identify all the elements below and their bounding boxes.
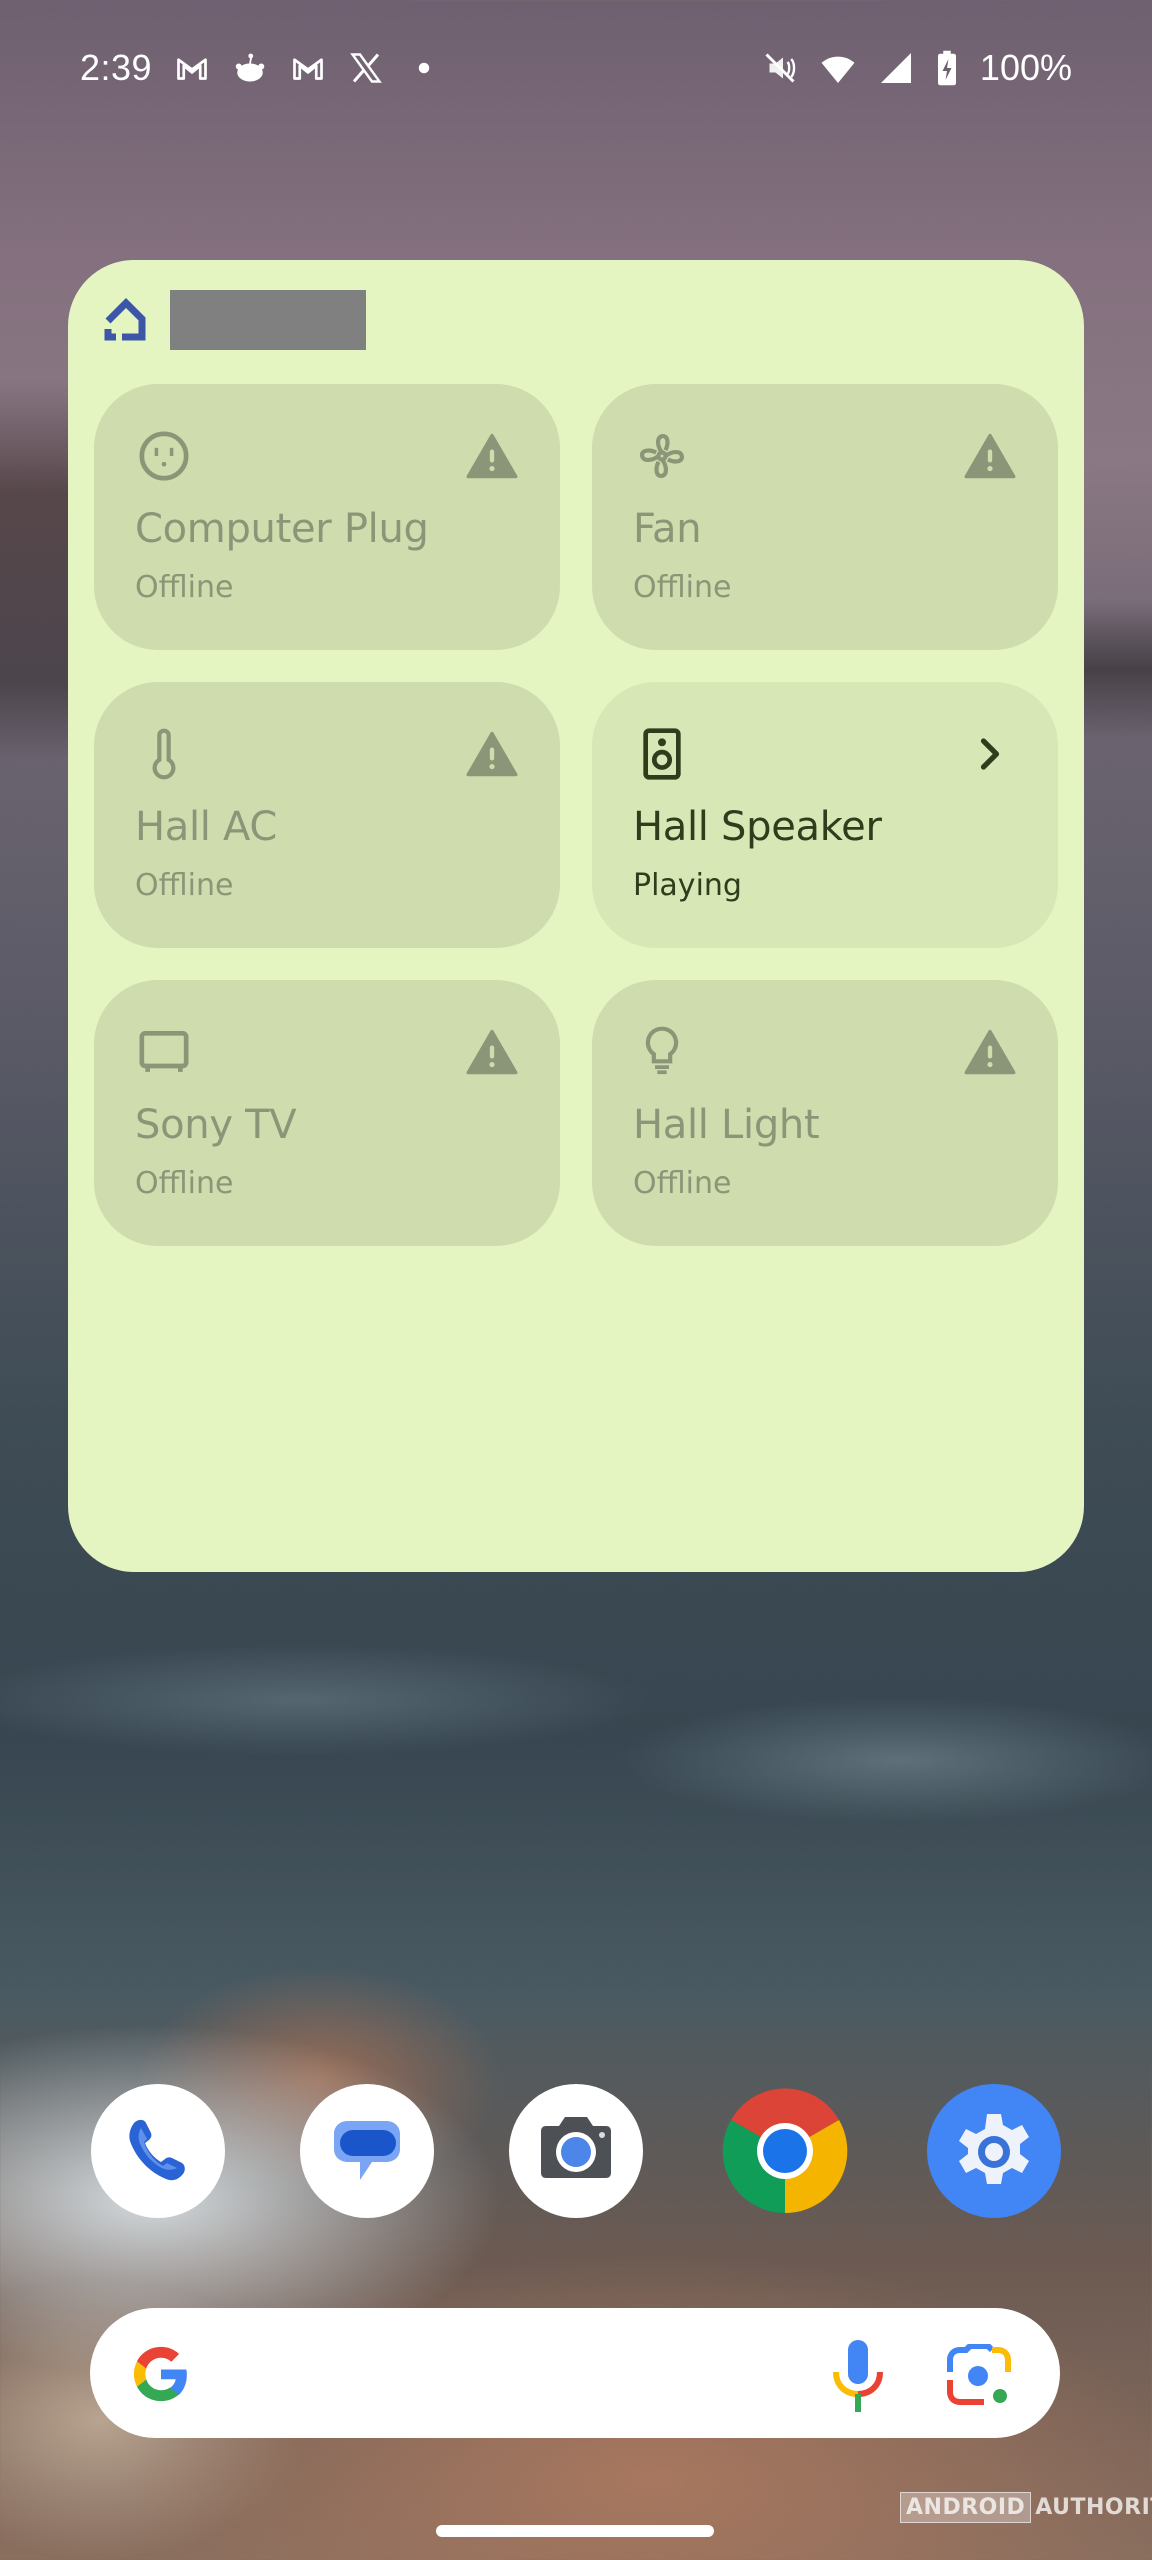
dock-app-camera[interactable] bbox=[509, 2084, 643, 2218]
device-tile-hall-light[interactable]: Hall Light Offline bbox=[592, 980, 1058, 1246]
google-home-logo-icon bbox=[104, 298, 146, 341]
widget-title-redacted bbox=[170, 290, 366, 350]
reddit-icon bbox=[232, 50, 268, 86]
dock-app-phone[interactable] bbox=[91, 2084, 225, 2218]
chevron-right-icon[interactable] bbox=[964, 730, 1016, 778]
dock-app-chrome[interactable] bbox=[718, 2084, 852, 2218]
gmail-icon bbox=[174, 50, 210, 86]
gmail-icon bbox=[290, 50, 326, 86]
device-name: Fan bbox=[633, 506, 702, 552]
device-state: Offline bbox=[633, 1166, 732, 1201]
tv-icon bbox=[139, 1031, 189, 1072]
messages-app-icon bbox=[300, 2084, 434, 2218]
camera-app-icon bbox=[509, 2084, 643, 2218]
device-state: Offline bbox=[135, 1166, 234, 1201]
battery-charging-icon bbox=[936, 50, 958, 86]
watermark-authority: AUTHORITY bbox=[1035, 2495, 1152, 2520]
device-tile-sony-tv[interactable]: Sony TV Offline bbox=[94, 980, 560, 1246]
warning-icon bbox=[964, 433, 1016, 479]
gesture-nav-handle[interactable] bbox=[436, 2525, 714, 2537]
warning-icon bbox=[466, 433, 518, 479]
device-name: Hall Speaker bbox=[633, 804, 882, 850]
device-name: Computer Plug bbox=[135, 506, 429, 552]
voice-search-icon[interactable] bbox=[830, 2338, 886, 2414]
wallpaper-shore-right bbox=[1072, 600, 1152, 740]
wallpaper-shore-left bbox=[0, 380, 70, 760]
cellular-signal-icon bbox=[878, 50, 914, 86]
status-right: 100% bbox=[762, 47, 1072, 89]
widget-header[interactable] bbox=[102, 290, 366, 350]
device-state: Offline bbox=[135, 868, 234, 903]
vibrate-off-icon bbox=[762, 50, 798, 86]
clock: 2:39 bbox=[80, 46, 153, 88]
device-tile-fan[interactable]: Fan Offline bbox=[592, 384, 1058, 650]
settings-app-icon bbox=[927, 2084, 1061, 2218]
google-lens-icon[interactable] bbox=[946, 2344, 1012, 2408]
device-tile-computer-plug[interactable]: Computer Plug Offline bbox=[94, 384, 560, 650]
device-name: Hall Light bbox=[633, 1102, 820, 1148]
google-home-widget[interactable]: Computer Plug Offline Fan Offline Hall A… bbox=[68, 260, 1084, 1572]
x-icon bbox=[348, 50, 384, 86]
dock-app-settings[interactable] bbox=[927, 2084, 1061, 2218]
lightbulb-icon bbox=[645, 1026, 679, 1075]
device-name: Hall AC bbox=[135, 804, 278, 850]
dock-app-messages[interactable] bbox=[300, 2084, 434, 2218]
device-state: Playing bbox=[633, 868, 742, 903]
warning-icon bbox=[964, 1029, 1016, 1075]
battery-percent: 100% bbox=[979, 46, 1072, 88]
thermometer-icon bbox=[152, 728, 176, 780]
status-left: 2:39 bbox=[80, 47, 442, 89]
device-tile-hall-speaker[interactable]: Hall Speaker Playing bbox=[592, 682, 1058, 948]
warning-icon bbox=[466, 1029, 518, 1075]
more-notifications-dot bbox=[406, 50, 442, 86]
fan-icon bbox=[640, 434, 684, 478]
google-g-icon bbox=[133, 2346, 187, 2402]
device-name: Sony TV bbox=[135, 1102, 297, 1148]
status-bar: 2:39 100% bbox=[0, 0, 1152, 135]
chrome-app-icon bbox=[722, 2088, 848, 2214]
phone-app-icon bbox=[91, 2084, 225, 2218]
watermark-android: ANDROID bbox=[900, 2492, 1032, 2523]
watermark: ANDROID AUTHORITY bbox=[900, 2492, 1152, 2523]
device-state: Offline bbox=[135, 570, 234, 605]
device-state: Offline bbox=[633, 570, 732, 605]
wifi-icon bbox=[820, 50, 856, 86]
warning-icon bbox=[466, 731, 518, 777]
outlet-icon bbox=[139, 431, 189, 481]
device-tile-hall-ac[interactable]: Hall AC Offline bbox=[94, 682, 560, 948]
speaker-icon bbox=[643, 728, 681, 780]
google-search-bar[interactable] bbox=[90, 2308, 1060, 2438]
